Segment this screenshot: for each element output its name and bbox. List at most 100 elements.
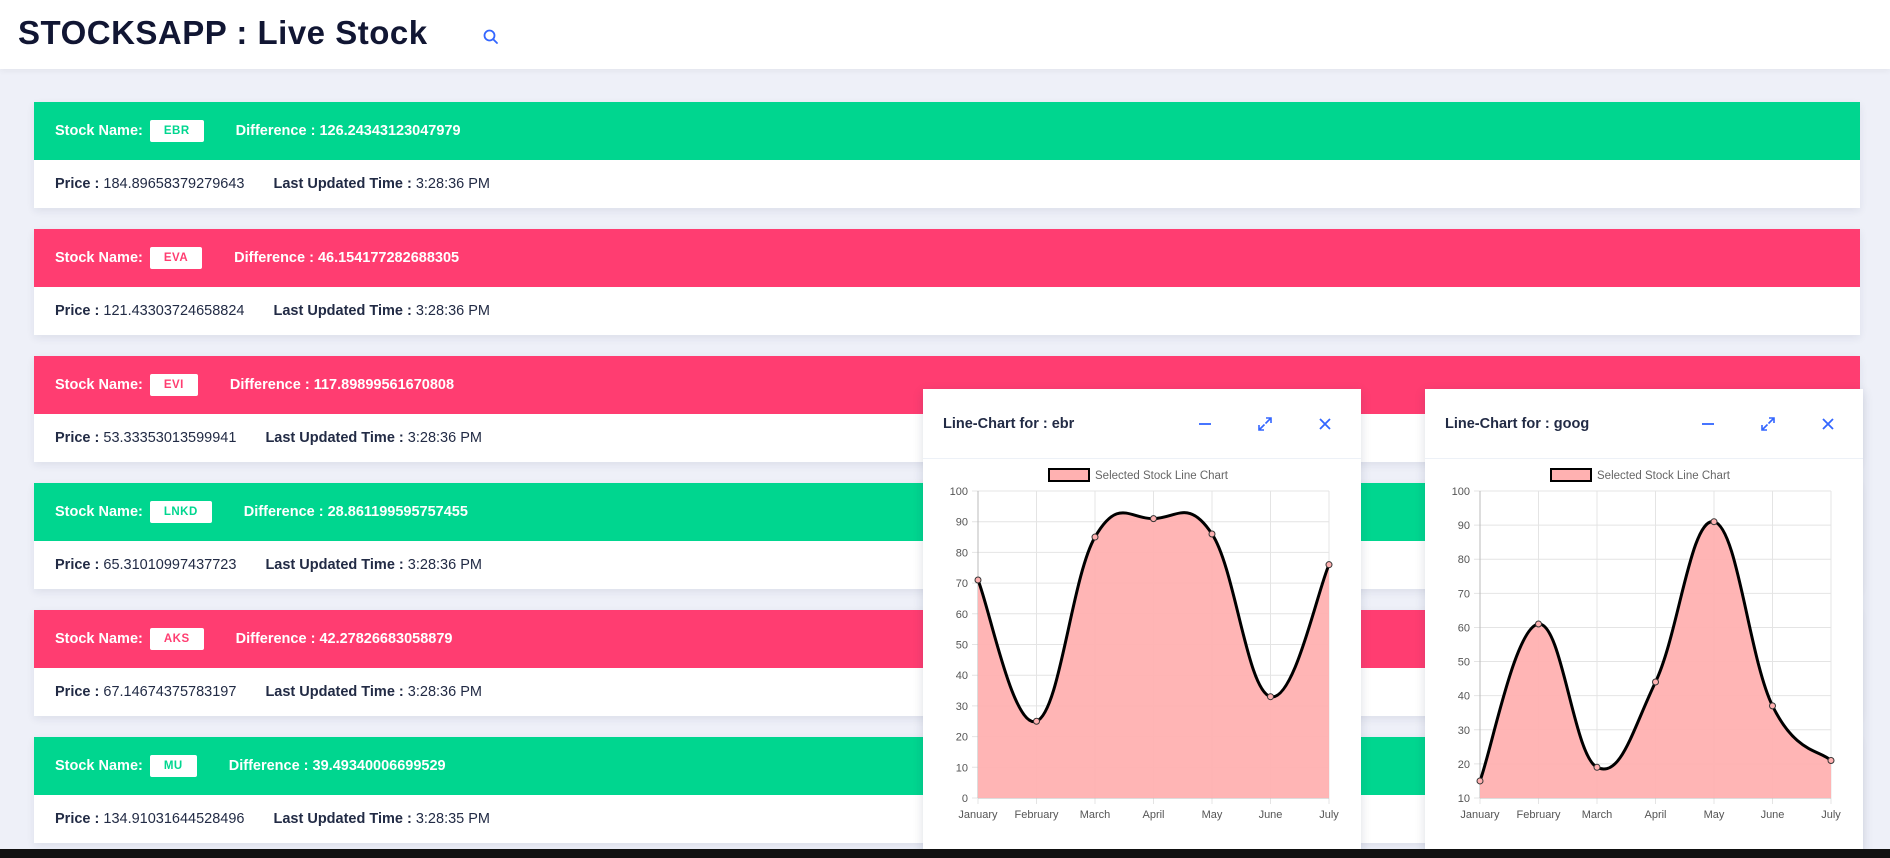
y-tick-label: 90 [956, 517, 968, 529]
stock-symbol-badge: EVI [149, 374, 198, 396]
price-label: Price : [55, 303, 100, 319]
data-point[interactable] [1267, 693, 1274, 701]
data-point[interactable] [1593, 763, 1601, 771]
x-tick-label: April [1142, 809, 1164, 821]
price-value: 184.89658379279643 [103, 176, 245, 192]
stock-card-body: Price : 121.43303724658824 Last Updated … [34, 287, 1860, 335]
stock-name-label: Stock Name: [55, 504, 143, 520]
x-tick-label: February [1014, 809, 1059, 821]
last-updated-value: 3:28:36 PM [407, 430, 482, 446]
difference-label: Difference : [234, 250, 314, 266]
chart-panel-ebr: Line-Chart for : ebr Selected Stock Line… [923, 389, 1361, 858]
last-updated-value: 3:28:36 PM [415, 176, 491, 192]
data-point[interactable] [1033, 717, 1040, 725]
difference-label: Difference : [235, 631, 316, 647]
data-point[interactable] [1535, 620, 1542, 628]
x-tick-label: June [1761, 809, 1785, 821]
expand-icon[interactable] [1255, 414, 1275, 434]
last-updated-label: Last Updated Time : [273, 303, 412, 319]
data-point[interactable] [974, 576, 982, 584]
y-tick-label: 70 [956, 578, 968, 590]
y-tick-label: 70 [1458, 588, 1470, 600]
last-updated-label: Last Updated Time : [265, 684, 404, 700]
data-point[interactable] [1652, 678, 1659, 686]
stock-name-label: Stock Name: [55, 758, 143, 774]
os-taskbar [0, 849, 1890, 858]
x-tick-label: February [1516, 809, 1561, 821]
stock-symbol-badge: MU [149, 755, 197, 777]
difference-value: 117.89899561670808 [313, 377, 455, 393]
difference-value: 46.154177282688305 [317, 250, 460, 266]
y-tick-label: 60 [956, 609, 968, 621]
chart-panel-header: Line-Chart for : goog [1425, 389, 1863, 459]
stock-name-label: Stock Name: [55, 631, 143, 647]
stock-name-label: Stock Name: [55, 123, 143, 139]
price-label: Price : [55, 557, 100, 573]
data-point[interactable] [1827, 756, 1835, 764]
difference-value: 39.49340006699529 [312, 758, 446, 774]
series-area [978, 512, 1329, 798]
last-updated-value: 3:28:36 PM [415, 303, 491, 319]
price-label: Price : [55, 176, 100, 192]
data-point[interactable] [1208, 530, 1216, 538]
close-icon[interactable] [1818, 414, 1838, 434]
y-tick-label: 90 [1458, 520, 1470, 532]
y-tick-label: 0 [962, 793, 968, 805]
price-value: 134.91031644528496 [103, 811, 245, 827]
data-point[interactable] [1710, 518, 1718, 526]
y-tick-label: 80 [956, 547, 968, 559]
data-point[interactable] [1769, 702, 1776, 710]
legend-label: Selected Stock Line Chart [1597, 470, 1731, 482]
y-tick-label: 60 [1458, 622, 1470, 634]
close-icon[interactable] [1315, 414, 1335, 434]
stock-symbol-badge: EVA [149, 247, 203, 269]
stock-symbol-badge: LNKD [149, 501, 212, 523]
data-point[interactable] [1091, 533, 1099, 541]
legend-swatch [1550, 468, 1592, 482]
y-tick-label: 40 [1458, 691, 1470, 703]
minimize-icon[interactable] [1698, 414, 1718, 434]
x-tick-label: June [1259, 809, 1283, 821]
y-tick-label: 80 [1458, 554, 1470, 566]
x-tick-label: July [1821, 809, 1841, 821]
stock-name-label: Stock Name: [55, 377, 143, 393]
last-updated-label: Last Updated Time : [273, 811, 412, 827]
x-tick-label: April [1644, 809, 1666, 821]
line-chart-ebr: Selected Stock Line Chart 0 10 20 30 40 50 60 70… [950, 468, 1339, 821]
chart-panel-header: Line-Chart for : ebr [923, 389, 1361, 459]
x-tick-label: July [1319, 809, 1339, 821]
data-point[interactable] [1325, 561, 1333, 569]
y-tick-label: 10 [1458, 793, 1470, 805]
search-button[interactable] [480, 26, 502, 48]
expand-icon[interactable] [1758, 414, 1778, 434]
stock-card-header: Stock Name: EBR Difference : 126.2434312… [34, 102, 1860, 160]
chart-legend: Selected Stock Line Chart [1550, 468, 1731, 482]
difference-value: 28.861199595757455 [327, 504, 468, 520]
y-tick-label: 30 [1458, 725, 1470, 737]
price-value: 65.31010997437723 [103, 557, 237, 573]
price-value: 53.33353013599941 [103, 430, 237, 446]
price-label: Price : [55, 684, 100, 700]
stock-card-header: Stock Name: EVA Difference : 46.15417728… [34, 229, 1860, 287]
chart-legend: Selected Stock Line Chart [1048, 468, 1229, 482]
chart-panel-goog: Line-Chart for : goog Selected Stock Lin… [1425, 389, 1863, 858]
x-tick-label: May [1202, 809, 1223, 821]
stock-card[interactable]: Stock Name: EBR Difference : 126.2434312… [34, 102, 1860, 208]
x-tick-label: May [1704, 809, 1725, 821]
page-title: STOCKSAPP : Live Stock [18, 14, 428, 51]
app-header: STOCKSAPP : Live Stock [0, 0, 1890, 69]
x-tick-label: January [1460, 809, 1500, 821]
data-point[interactable] [1476, 777, 1484, 785]
chart-panel-title: Line-Chart for : goog [1445, 415, 1590, 432]
stock-card[interactable]: Stock Name: EVA Difference : 46.15417728… [34, 229, 1860, 335]
x-tick-label: March [1080, 809, 1111, 821]
difference-label: Difference : [229, 377, 310, 393]
difference-label: Difference : [243, 504, 324, 520]
difference-value: 42.27826683058879 [319, 631, 453, 647]
data-point[interactable] [1150, 515, 1157, 523]
stock-symbol-badge: AKS [149, 628, 204, 650]
price-label: Price : [55, 811, 100, 827]
line-chart-goog: Selected Stock Line Chart 10 20 30 40 50 60 70 8… [1452, 468, 1841, 821]
x-tick-label: March [1582, 809, 1613, 821]
minimize-icon[interactable] [1195, 414, 1215, 434]
